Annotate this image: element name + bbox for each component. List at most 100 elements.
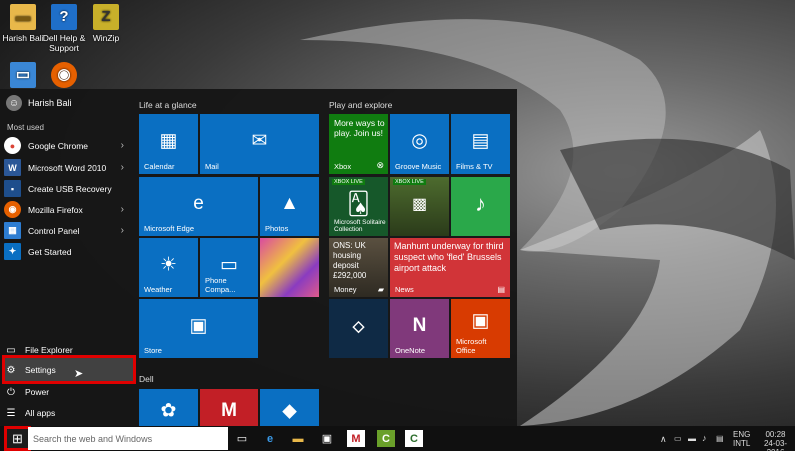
tile-groove-music[interactable]: ◎ Groove Music (390, 114, 449, 174)
folder-icon: ▬ (10, 4, 36, 30)
usb-recovery-icon: ▪ (4, 180, 21, 197)
tile-films-tv[interactable]: ▤ Films & TV (451, 114, 510, 174)
minecraft-icon: ▩ (411, 195, 428, 213)
tile-minecraft[interactable]: XBOX LIVE ▩ (390, 177, 449, 236)
start-left-column: ☺ Harish Bali Most used ● Google Chrome … (0, 89, 136, 426)
mail-icon: ✉ (251, 130, 268, 152)
chrome-icon: ● (4, 137, 21, 154)
list-icon: ☰ (6, 407, 16, 419)
tile-onenote[interactable]: N OneNote (390, 299, 449, 358)
edge-icon[interactable]: e (261, 430, 279, 447)
winzip-icon: Z (93, 4, 119, 30)
app-create-usb-recovery[interactable]: ▪ Create USB Recovery (4, 178, 130, 199)
most-used-heading: Most used (7, 123, 44, 132)
news-icon: ▤ (497, 285, 505, 294)
money-icon: ▰ (377, 285, 384, 294)
app-microsoft-word[interactable]: W Microsoft Word 2010 › (4, 157, 130, 178)
xbox-icon: ⊗ (376, 160, 384, 170)
firefox-icon: ◉ (4, 201, 21, 218)
taskbar: ⊞ Search the web and Windows ▭ e ▬ ▣ M C… (0, 426, 795, 451)
network-icon[interactable]: ▭ (674, 434, 682, 443)
app-mozilla-firefox[interactable]: ◉ Mozilla Firefox › (4, 199, 130, 220)
folder-icon: ▭ (6, 344, 16, 356)
group-dell: Dell (139, 374, 154, 384)
tile-calendar[interactable]: ▦ Calendar (139, 114, 198, 174)
edge-icon: e (193, 192, 204, 214)
file-explorer-icon[interactable]: ▬ (289, 430, 307, 447)
tile-dropbox[interactable]: ◆ (260, 389, 319, 426)
group-play-and-explore: Play and explore (329, 100, 393, 110)
sun-icon: ☀ (159, 254, 178, 276)
tile-phone-companion[interactable]: ▭ Phone Compa... (200, 238, 258, 297)
photos-icon: ▲ (280, 192, 299, 214)
volume-icon[interactable]: ♪ (702, 433, 707, 443)
windows-logo-icon: ⊞ (12, 430, 23, 446)
playing-cards-icon: 🂡 (347, 190, 370, 216)
all-apps-item[interactable]: ☰ All apps (4, 404, 132, 422)
office-icon: ▣ (471, 310, 490, 332)
tile-xbox[interactable]: More ways to play. Join us! Xbox ⊗ (329, 114, 388, 174)
firefox-icon: ◉ (51, 62, 77, 88)
mcafee-icon: M (221, 400, 237, 422)
camtasia-recorder-icon[interactable]: C (405, 430, 423, 447)
input-language[interactable]: ENG INTL (733, 430, 750, 448)
user-avatar-icon: ☺ (6, 95, 22, 111)
chevron-right-icon[interactable]: › (121, 162, 124, 173)
music-disc-icon: ◎ (411, 130, 428, 152)
music-app-icon: ♪ (475, 190, 486, 216)
photoshop-icon: ◇ (352, 317, 365, 335)
tile-news[interactable]: Manhunt underway for third suspect who '… (390, 238, 510, 297)
film-icon: ▤ (471, 130, 490, 152)
chevron-up-icon[interactable]: ∧ (660, 434, 667, 445)
user-account[interactable]: ☺ Harish Bali (6, 95, 72, 111)
dropbox-icon: ◆ (282, 400, 297, 422)
tile-saavn[interactable]: ♪ (451, 177, 510, 236)
app-control-panel[interactable]: ▦ Control Panel › (4, 220, 130, 241)
gear-icon: ⚙ (6, 364, 16, 376)
tile-store[interactable]: ▣ Store (139, 299, 258, 358)
app-get-started[interactable]: ✦ Get Started (4, 241, 130, 262)
tile-mail[interactable]: ✉ Mail (200, 114, 319, 174)
start-button[interactable]: ⊞ (4, 426, 31, 451)
group-life-at-a-glance: Life at a glance (139, 100, 197, 110)
tile-candy-crush[interactable] (260, 238, 319, 297)
battery-icon[interactable]: ▬ (688, 434, 696, 443)
tile-money[interactable]: ONS: UK housing deposit £292,000 Money ▰ (329, 238, 388, 297)
app-google-chrome[interactable]: ● Google Chrome › (4, 135, 130, 156)
word-icon: W (4, 159, 21, 176)
desktop-icon-winzip[interactable]: Z WinZip (76, 4, 136, 43)
camtasia-icon[interactable]: C (377, 430, 395, 447)
chevron-right-icon[interactable]: › (121, 140, 124, 151)
tile-solitaire[interactable]: XBOX LIVE 🂡 Microsoft Solitaire Collecti… (329, 177, 388, 236)
start-menu: ☺ Harish Bali Most used ● Google Chrome … (0, 89, 517, 426)
tile-microsoft-edge[interactable]: e Microsoft Edge (139, 177, 258, 236)
tile-weather[interactable]: ☀ Weather (139, 238, 198, 297)
power-icon: ⏻ (7, 386, 15, 398)
mcafee-icon[interactable]: M (347, 430, 365, 447)
chevron-right-icon[interactable]: › (121, 204, 124, 215)
onenote-icon: N (412, 314, 427, 336)
chevron-right-icon[interactable]: › (121, 225, 124, 236)
tile-mcafee[interactable]: M (200, 389, 258, 426)
power-item[interactable]: ⏻ Power (4, 383, 132, 401)
gear-icon: ✿ (160, 400, 177, 422)
search-box[interactable]: Search the web and Windows (28, 427, 228, 450)
tile-photoshop-express[interactable]: ◇ (329, 299, 388, 358)
control-panel-icon: ▦ (4, 222, 21, 239)
settings-item[interactable]: ⚙ Settings ➤ (4, 361, 132, 381)
store-icon[interactable]: ▣ (318, 430, 336, 447)
lightbulb-icon: ✦ (4, 243, 21, 260)
mouse-cursor-icon: ➤ (74, 368, 84, 380)
desktop-icon-firefox[interactable]: ◉ (34, 62, 94, 91)
tile-dell-settings[interactable]: ✿ (139, 389, 198, 426)
clock[interactable]: 00:28 24-03-2016 (756, 430, 795, 451)
store-bag-icon: ▣ (189, 315, 208, 337)
calendar-icon: ▦ (159, 130, 178, 152)
tile-microsoft-office[interactable]: ▣ Microsoft Office (451, 299, 510, 358)
phone-companion-icon: ▭ (220, 254, 238, 276)
task-view-icon[interactable]: ▭ (233, 430, 251, 447)
notifications-icon[interactable]: ▤ (716, 434, 724, 443)
dell-help-icon: ? (51, 4, 77, 30)
tile-photos[interactable]: ▲ Photos (260, 177, 319, 236)
monitor-icon: ▭ (10, 62, 36, 88)
